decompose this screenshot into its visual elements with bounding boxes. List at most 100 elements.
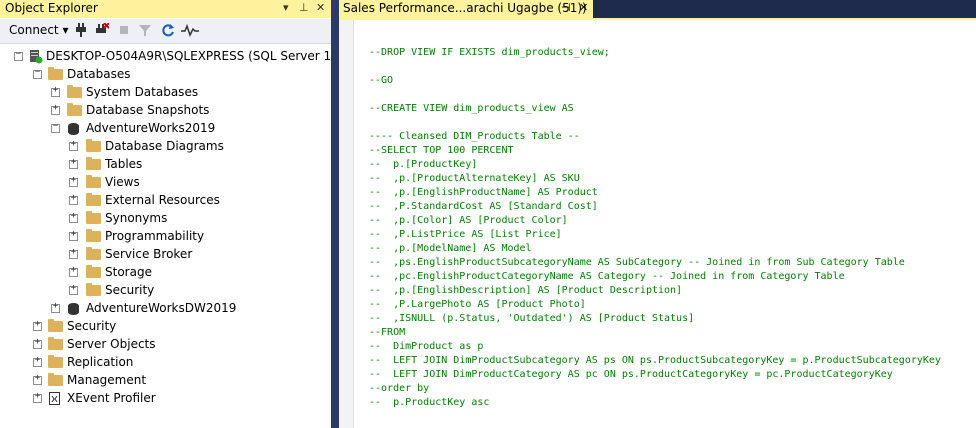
tree-node-label: Server Objects xyxy=(67,337,156,351)
expand-icon[interactable]: + xyxy=(69,284,78,295)
expand-icon[interactable]: + xyxy=(51,104,60,115)
tree-node-service-broker[interactable]: + Service Broker xyxy=(0,246,331,264)
filter-icon[interactable] xyxy=(139,23,151,37)
folder-icon xyxy=(86,157,101,170)
expand-icon[interactable]: + xyxy=(69,248,78,259)
expand-icon[interactable]: + xyxy=(51,302,60,313)
tree-node-label: Synonyms xyxy=(105,211,168,225)
query-editor[interactable]: --DROP VIEW IF EXISTS dim_products_view;… xyxy=(339,20,976,428)
tree-node-storage[interactable]: + Storage xyxy=(0,264,331,282)
folder-icon xyxy=(48,337,63,350)
pin-icon[interactable]: ⊥ xyxy=(299,1,309,14)
close-icon[interactable]: ✕ xyxy=(316,1,325,14)
tree-node-replication[interactable]: + Replication xyxy=(0,354,331,372)
tree-node-label: Service Broker xyxy=(105,247,193,261)
tree-node-programmability[interactable]: + Programmability xyxy=(0,228,331,246)
code-line: -- ,pc.EnglishProductCategoryName AS Cat… xyxy=(369,271,845,282)
expand-icon[interactable]: + xyxy=(33,374,42,385)
code-line: -- p.[ProductKey] xyxy=(369,159,478,170)
code-line: --GO xyxy=(369,75,394,86)
connect-label: Connect xyxy=(9,23,59,37)
code-line: ---- Cleansed DIM_Products Table -- xyxy=(369,131,580,142)
object-explorer-title: Object Explorer xyxy=(5,1,98,15)
expand-icon[interactable]: + xyxy=(33,392,42,403)
close-tab-icon[interactable]: ✕ xyxy=(579,1,588,14)
tree-node-label: Tables xyxy=(105,157,143,171)
expand-icon[interactable]: + xyxy=(69,176,78,187)
expand-icon[interactable]: + xyxy=(33,356,42,367)
code-line: -- ,ps.EnglishProductSubcategoryName AS … xyxy=(369,257,905,268)
folder-icon xyxy=(48,67,63,80)
code-line: --DROP VIEW IF EXISTS dim_products_view; xyxy=(369,47,610,58)
code-line: -- ,p.[Color] AS [Product Color] xyxy=(369,215,568,226)
tree-node-label: Database Diagrams xyxy=(105,139,224,153)
folder-icon xyxy=(48,373,63,386)
tree-node-label: Management xyxy=(67,373,147,387)
expand-icon[interactable]: + xyxy=(69,266,78,277)
tree-node-security[interactable]: + Security xyxy=(0,318,331,336)
panel-splitter[interactable] xyxy=(331,0,339,428)
connect-plug-icon[interactable] xyxy=(75,23,87,37)
tree-node-databases[interactable]: − Databases xyxy=(0,66,331,84)
collapse-icon[interactable]: − xyxy=(14,50,23,61)
folder-icon xyxy=(86,139,101,152)
code-line: -- ,p.[EnglishProductName] AS Product xyxy=(369,187,598,198)
collapse-icon[interactable]: − xyxy=(33,68,42,79)
object-explorer-toolbar: Connect ▾ xyxy=(0,19,331,44)
object-explorer-titlebar: Object Explorer ▾ ⊥ ✕ xyxy=(0,0,331,18)
folder-icon xyxy=(48,355,63,368)
tree-node-synonyms[interactable]: + Synonyms xyxy=(0,210,331,228)
tree-node-server[interactable]: − DESKTOP-O504A9R\SQLEXPRESS (SQL Server… xyxy=(0,48,377,66)
tree-node-label: Replication xyxy=(67,355,134,369)
tree-node-views[interactable]: + Views xyxy=(0,174,331,192)
refresh-icon[interactable] xyxy=(161,23,175,37)
expand-icon[interactable]: + xyxy=(33,320,42,331)
folder-icon xyxy=(86,283,101,296)
code-line: -- ,p.[ProductAlternateKey] AS SKU xyxy=(369,173,580,184)
disconnect-icon[interactable] xyxy=(95,23,109,37)
window-position-icon[interactable]: ▾ xyxy=(283,1,289,14)
code-line: --FROM xyxy=(369,327,406,338)
expand-icon[interactable]: + xyxy=(33,338,42,349)
code-line: --order by xyxy=(369,383,430,394)
connect-button[interactable]: Connect ▾ xyxy=(9,23,68,37)
stop-icon[interactable] xyxy=(119,23,129,37)
tree-node-adventureworks2019[interactable]: − AdventureWorks2019 xyxy=(0,120,331,138)
tree-node-adventureworksdw2019[interactable]: + AdventureWorksDW2019 xyxy=(0,300,331,318)
code-line: -- p.ProductKey asc xyxy=(369,397,490,408)
expand-icon[interactable]: + xyxy=(69,230,78,241)
collapse-icon[interactable]: − xyxy=(51,122,60,133)
tree-node-label: External Resources xyxy=(105,193,220,207)
expand-icon[interactable]: + xyxy=(69,158,78,169)
tree-node-database-snapshots[interactable]: + Database Snapshots xyxy=(0,102,331,120)
code-line: --CREATE VIEW dim_products_view AS xyxy=(369,103,574,114)
tree-node-label: Security xyxy=(105,283,155,297)
expand-icon[interactable]: + xyxy=(51,86,60,97)
tree-node-xevent-profiler[interactable]: + XEvent Profiler xyxy=(0,390,331,408)
activity-monitor-icon[interactable] xyxy=(181,23,199,37)
database-icon xyxy=(68,303,79,315)
xevent-icon xyxy=(49,392,60,405)
expand-icon[interactable]: + xyxy=(69,212,78,223)
folder-icon xyxy=(48,319,63,332)
tree-node-database-diagrams[interactable]: + Database Diagrams xyxy=(0,138,331,156)
tree-node-label: Databases xyxy=(67,67,131,81)
code-line: -- LEFT JOIN DimProductSubcategory AS ps… xyxy=(369,355,941,366)
tree-node-external-resources[interactable]: + External Resources xyxy=(0,192,331,210)
expand-icon[interactable]: + xyxy=(69,140,78,151)
tree-node-db-security[interactable]: + Security xyxy=(0,282,331,300)
tree-node-tables[interactable]: + Tables xyxy=(0,156,331,174)
tree-node-server-objects[interactable]: + Server Objects xyxy=(0,336,331,354)
pin-icon[interactable]: ⊣ xyxy=(561,1,571,14)
folder-icon xyxy=(86,265,101,278)
tree-node-label: DESKTOP-O504A9R\SQLEXPRESS (SQL Server 1… xyxy=(46,49,377,63)
expand-icon[interactable]: + xyxy=(69,194,78,205)
code-line: -- LEFT JOIN DimProductCategory AS pc ON… xyxy=(369,369,893,380)
code-line: -- ,P.LargePhoto AS [Product Photo] xyxy=(369,299,586,310)
folder-icon xyxy=(86,247,101,260)
tree-node-system-databases[interactable]: + System Databases xyxy=(0,84,331,102)
query-document-tab[interactable]: Sales Performance...arachi Ugagbe (51)) … xyxy=(339,0,593,18)
tree-node-management[interactable]: + Management xyxy=(0,372,331,390)
tree-node-label: System Databases xyxy=(86,85,199,99)
object-explorer-tree: − DESKTOP-O504A9R\SQLEXPRESS (SQL Server… xyxy=(0,44,377,428)
